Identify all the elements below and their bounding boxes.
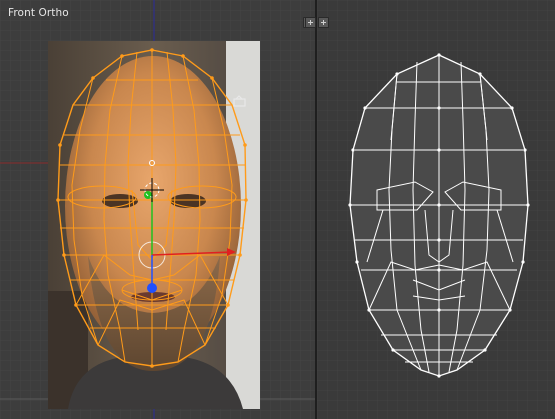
viewport-right[interactable]	[317, 0, 555, 419]
mesh-wireframe[interactable]	[317, 0, 555, 419]
viewport-title: Front Ortho	[8, 7, 69, 19]
blender-window: Front Ortho	[0, 0, 555, 419]
camera-icon	[233, 95, 246, 107]
plus-icon[interactable]	[305, 17, 316, 28]
viewport-front-ortho[interactable]: Front Ortho	[0, 0, 315, 419]
plus-icon[interactable]	[318, 17, 329, 28]
mesh-overlay-selected[interactable]	[0, 0, 315, 419]
